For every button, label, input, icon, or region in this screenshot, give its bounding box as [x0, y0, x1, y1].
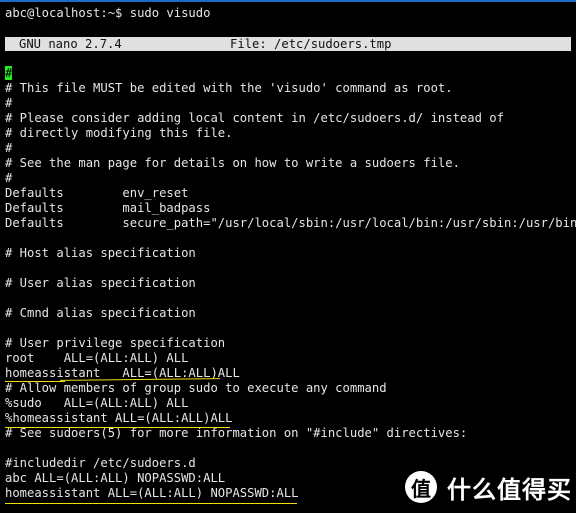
editor-line: Defaults mail_badpass	[5, 201, 211, 215]
watermark: 值 什么值得买	[405, 470, 572, 504]
nano-version-label: GNU nano 2.7.4	[19, 37, 122, 51]
editor-line-highlighted: %homeassistant ALL=(ALL:ALL)ALL	[5, 411, 233, 425]
editor-line: # See the man page for details on how to…	[5, 156, 460, 170]
editor-line: # Please consider adding local content i…	[5, 111, 504, 125]
editor-line: # Host alias specification	[5, 246, 196, 260]
editor-line: # Allow members of group sudo to execute…	[5, 381, 387, 395]
editor-line: # User alias specification	[5, 276, 196, 290]
editor-line-highlighted: homeassistant ALL=(ALL:ALL) NOPASSWD:ALL	[5, 486, 299, 500]
editor-line: abc ALL=(ALL:ALL) NOPASSWD:ALL	[5, 471, 226, 485]
annotation-underline	[5, 427, 230, 428]
editor-line: Defaults env_reset	[5, 186, 189, 200]
shell-prompt-line: abc@localhost:~$ sudo visudo	[5, 6, 211, 20]
editor-line: #	[5, 171, 13, 185]
watermark-text: 什么值得买	[447, 475, 572, 504]
window-top-border	[0, 0, 576, 2]
watermark-logo-icon: 值	[405, 471, 437, 503]
editor-line: %sudo ALL=(ALL:ALL) ALL	[5, 396, 189, 410]
editor-line-cursor[interactable]: #	[5, 66, 13, 81]
editor-line: # Cmnd alias specification	[5, 306, 196, 320]
annotation-underline	[5, 381, 65, 382]
editor-line: # See sudoers(5) for more information on…	[5, 426, 468, 440]
nano-file-label: File: /etc/sudoers.tmp	[230, 37, 392, 51]
editor-line: # User privilege specification	[5, 336, 226, 350]
text-cursor: #	[5, 66, 13, 80]
editor-line: # directly modifying this file.	[5, 126, 233, 140]
editor-line: root ALL=(ALL:ALL) ALL	[5, 351, 189, 365]
editor-line: #includedir /etc/sudoers.d	[5, 456, 196, 470]
editor-line: Defaults secure_path="/usr/local/sbin:/u…	[5, 216, 576, 230]
editor-line: # This file MUST be edited with the 'vis…	[5, 81, 453, 95]
editor-line: #	[5, 141, 13, 155]
editor-line: #	[5, 96, 13, 110]
nano-title-bar: GNU nano 2.7.4 File: /etc/sudoers.tmp	[5, 37, 571, 51]
annotation-underline	[5, 503, 297, 504]
